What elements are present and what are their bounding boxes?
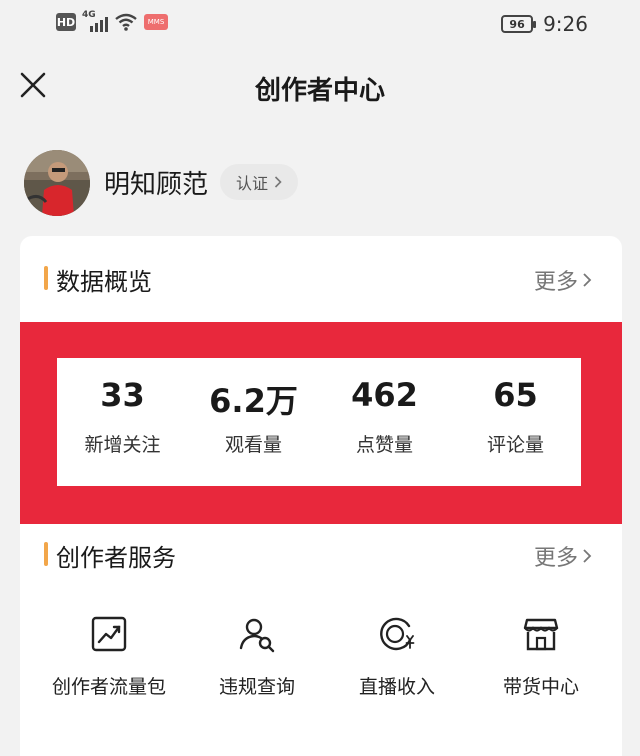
stat-label: 观看量	[224, 434, 282, 456]
hd-badge: HD	[56, 13, 76, 31]
stat-value: 462	[351, 376, 418, 414]
verify-label: 认证	[236, 174, 269, 193]
username: 明知顾范	[104, 170, 209, 200]
service-commerce-center[interactable]: 带货中心	[466, 606, 616, 706]
more-label: 更多	[533, 546, 578, 571]
highlight-frame: 33 新增关注 6.2万 观看量 462 点赞量 65 评论量	[20, 322, 622, 524]
service-label: 带货中心	[502, 676, 579, 698]
clock: 9:26	[543, 12, 588, 36]
battery-level: 96	[509, 17, 525, 31]
stat-new-followers[interactable]: 33 新增关注	[57, 358, 188, 486]
stat-likes[interactable]: 462 点赞量	[319, 358, 450, 486]
main-card: 数据概览 更多 33 新增关注 6.2万 观看量 462 点赞量 65 评论量 …	[20, 236, 622, 756]
services-grid: 创作者流量包 违规查询 直播收入 带货中心	[20, 606, 622, 726]
battery-icon: 96	[501, 15, 537, 33]
service-label: 创作者流量包	[51, 676, 166, 698]
stat-value: 6.2万	[209, 382, 298, 420]
stat-value: 65	[493, 376, 538, 414]
trend-chart-icon	[91, 616, 127, 652]
yuan-coin-icon	[380, 617, 415, 651]
profile-header: 明知顾范 认证	[24, 150, 624, 216]
service-traffic-package[interactable]: 创作者流量包	[34, 606, 184, 706]
user-search-icon	[239, 618, 275, 653]
verify-button[interactable]: 认证	[220, 164, 299, 200]
stat-views[interactable]: 6.2万 观看量	[188, 358, 319, 486]
service-label: 直播收入	[358, 676, 435, 698]
stat-comments[interactable]: 65 评论量	[450, 358, 581, 486]
overview-more-link[interactable]: 更多	[534, 264, 592, 296]
service-live-income[interactable]: 直播收入	[322, 606, 472, 706]
more-label: 更多	[533, 270, 578, 295]
stat-label: 点赞量	[355, 434, 413, 456]
avatar[interactable]	[24, 150, 90, 216]
stat-label: 评论量	[486, 434, 544, 456]
chevron-right-icon	[274, 176, 282, 188]
overview-header: 数据概览 更多	[20, 258, 622, 298]
store-icon	[523, 618, 559, 651]
stat-label: 新增关注	[84, 434, 161, 456]
services-more-link[interactable]: 更多	[534, 540, 592, 572]
wifi-icon	[115, 13, 137, 31]
nav-bar: 创作者中心	[0, 48, 640, 128]
stats-panel: 33 新增关注 6.2万 观看量 462 点赞量 65 评论量	[57, 358, 581, 486]
message-badge: MMS	[144, 14, 168, 30]
service-violation-query[interactable]: 违规查询	[182, 606, 332, 706]
chevron-right-icon	[583, 273, 592, 287]
section-accent-bar	[44, 542, 48, 566]
section-accent-bar	[44, 266, 48, 290]
status-icons-right: 96 9:26	[501, 12, 588, 36]
services-header: 创作者服务 更多	[20, 534, 622, 574]
status-bar: HD 4G MMS 96 9:26	[0, 0, 640, 48]
page-title: 创作者中心	[254, 76, 385, 106]
services-title: 创作者服务	[56, 544, 176, 572]
service-label: 违规查询	[218, 676, 295, 698]
overview-title: 数据概览	[56, 268, 152, 296]
stat-value: 33	[100, 376, 145, 414]
avatar-image	[24, 150, 90, 216]
chevron-right-icon	[583, 549, 592, 563]
status-icons-left: HD 4G MMS	[56, 10, 168, 32]
signal-icon: 4G	[82, 10, 108, 32]
